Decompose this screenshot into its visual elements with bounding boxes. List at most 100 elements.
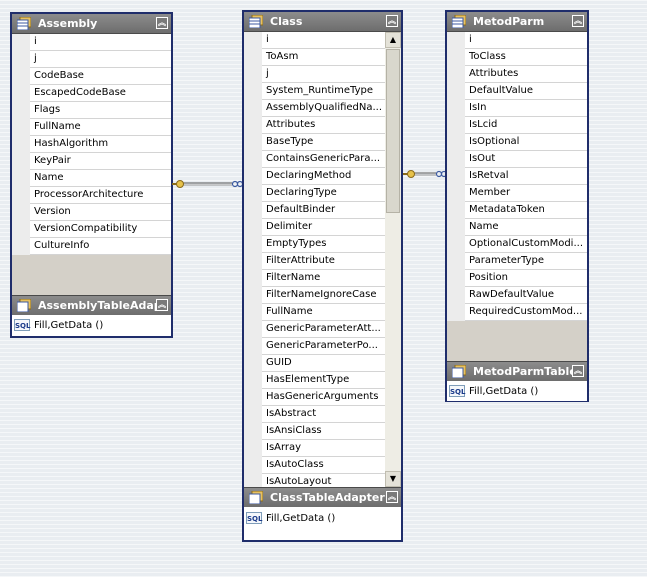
field-row[interactable]: Attributes — [262, 117, 385, 134]
field-row[interactable]: EmptyTypes — [262, 236, 385, 253]
field-row[interactable]: IsAbstract — [262, 406, 385, 423]
class-table-header[interactable]: Class ︽ — [244, 12, 401, 32]
assembly-adapter-header[interactable]: AssemblyTableAdap ︽ — [12, 295, 171, 315]
field-row[interactable]: CultureInfo — [30, 238, 171, 255]
class-adapter-title: ClassTableAdapter — [270, 491, 385, 504]
relation-connector[interactable] — [402, 166, 448, 182]
sql-icon: SQL — [14, 319, 30, 331]
scroll-down-icon[interactable]: ▼ — [385, 471, 401, 487]
field-row[interactable]: FullName — [262, 304, 385, 321]
collapse-icon[interactable]: ︽ — [156, 299, 168, 311]
field-row[interactable]: FilterAttribute — [262, 253, 385, 270]
method-label: Fill,GetData () — [469, 386, 539, 397]
field-row[interactable]: OptionalCustomModi... — [465, 236, 587, 253]
field-row[interactable]: Delimiter — [262, 219, 385, 236]
scroll-thumb[interactable] — [386, 49, 400, 213]
field-row[interactable]: j — [30, 51, 171, 68]
field-row[interactable]: ParameterType — [465, 253, 587, 270]
field-row[interactable]: RawDefaultValue — [465, 287, 587, 304]
field-row[interactable]: GenericParameterPo... — [262, 338, 385, 355]
field-row[interactable]: System_RuntimeType — [262, 83, 385, 100]
field-row[interactable]: FilterNameIgnoreCase — [262, 287, 385, 304]
assembly-adapter-method[interactable]: SQL Fill,GetData () — [12, 317, 171, 335]
class-adapter-method[interactable]: SQL Fill,GetData () — [244, 510, 401, 528]
field-row[interactable]: i — [465, 32, 587, 49]
table-icon — [17, 17, 31, 30]
assembly-table-header[interactable]: Assembly ︽ — [12, 14, 171, 34]
field-row[interactable]: Version — [30, 204, 171, 221]
class-adapter-header[interactable]: ClassTableAdapter ︽ — [244, 487, 401, 507]
field-row[interactable]: IsAutoLayout — [262, 474, 385, 487]
field-row[interactable]: ToClass — [465, 49, 587, 66]
field-row[interactable]: i — [30, 34, 171, 51]
class-table-title: Class — [270, 15, 303, 28]
metodparm-field-list: i ToClass Attributes DefaultValue IsIn I… — [465, 32, 587, 321]
field-row[interactable]: DefaultValue — [465, 83, 587, 100]
field-row[interactable]: HasGenericArguments — [262, 389, 385, 406]
field-row[interactable]: EscapedCodeBase — [30, 85, 171, 102]
collapse-icon[interactable]: ︽ — [386, 491, 398, 503]
relation-connector[interactable] — [172, 176, 244, 192]
field-row[interactable]: DefaultBinder — [262, 202, 385, 219]
field-row[interactable]: HasElementType — [262, 372, 385, 389]
key-icon — [403, 170, 415, 178]
sql-icon: SQL — [246, 512, 262, 524]
empty-area — [12, 255, 171, 295]
assembly-table[interactable]: Assembly ︽ i j CodeBase EscapedCodeBase … — [10, 12, 173, 338]
collapse-icon[interactable]: ︽ — [386, 15, 398, 27]
metodparm-table-header[interactable]: MetodParm ︽ — [447, 12, 587, 32]
field-row[interactable]: BaseType — [262, 134, 385, 151]
field-row[interactable]: IsLcid — [465, 117, 587, 134]
class-field-list: i ToAsm j System_RuntimeType AssemblyQua… — [262, 32, 385, 487]
field-row[interactable]: KeyPair — [30, 153, 171, 170]
field-row[interactable]: FullName — [30, 119, 171, 136]
field-row[interactable]: IsOut — [465, 151, 587, 168]
field-row[interactable]: IsArray — [262, 440, 385, 457]
field-row[interactable]: Member — [465, 185, 587, 202]
field-row[interactable]: RequiredCustomMod... — [465, 304, 587, 321]
field-row[interactable]: Name — [465, 219, 587, 236]
field-row[interactable]: j — [262, 66, 385, 83]
field-row[interactable]: i — [262, 32, 385, 49]
assembly-adapter-title: AssemblyTableAdap — [38, 299, 162, 312]
metodparm-adapter-method[interactable]: SQL Fill,GetData () — [447, 383, 587, 401]
field-row[interactable]: DeclaringType — [262, 185, 385, 202]
field-row[interactable]: IsAnsiClass — [262, 423, 385, 440]
collapse-icon[interactable]: ︽ — [572, 365, 584, 377]
method-label: Fill,GetData () — [266, 513, 336, 524]
field-row[interactable]: Attributes — [465, 66, 587, 83]
field-row[interactable]: IsOptional — [465, 134, 587, 151]
field-row[interactable]: GUID — [262, 355, 385, 372]
field-row[interactable]: ToAsm — [262, 49, 385, 66]
key-icon — [172, 180, 184, 188]
assembly-field-list: i j CodeBase EscapedCodeBase Flags FullN… — [30, 34, 171, 255]
table-icon — [249, 15, 263, 28]
vertical-scrollbar[interactable]: ▲ ▼ — [385, 32, 401, 487]
field-row[interactable]: AssemblyQualifiedNa... — [262, 100, 385, 117]
field-row[interactable]: IsAutoClass — [262, 457, 385, 474]
metodparm-adapter-title: MetodParmTable — [473, 365, 577, 378]
class-table[interactable]: Class ︽ i ToAsm j System_RuntimeType Ass… — [242, 10, 403, 542]
field-row[interactable]: CodeBase — [30, 68, 171, 85]
method-label: Fill,GetData () — [34, 320, 104, 331]
field-row[interactable]: VersionCompatibility — [30, 221, 171, 238]
assembly-table-title: Assembly — [38, 17, 98, 30]
field-row[interactable]: FilterName — [262, 270, 385, 287]
collapse-icon[interactable]: ︽ — [156, 17, 168, 29]
field-row[interactable]: ContainsGenericPara... — [262, 151, 385, 168]
field-row[interactable]: Flags — [30, 102, 171, 119]
field-row[interactable]: Name — [30, 170, 171, 187]
metodparm-table[interactable]: MetodParm ︽ i ToClass Attributes Default… — [445, 10, 589, 402]
scroll-up-icon[interactable]: ▲ — [385, 32, 401, 48]
field-row[interactable]: IsRetval — [465, 168, 587, 185]
field-row[interactable]: ProcessorArchitecture — [30, 187, 171, 204]
metodparm-adapter-header[interactable]: MetodParmTable ︽ — [447, 361, 587, 381]
field-row[interactable]: IsIn — [465, 100, 587, 117]
field-row[interactable]: MetadataToken — [465, 202, 587, 219]
row-selector-strip — [447, 32, 465, 321]
field-row[interactable]: Position — [465, 270, 587, 287]
field-row[interactable]: GenericParameterAtt... — [262, 321, 385, 338]
collapse-icon[interactable]: ︽ — [572, 15, 584, 27]
field-row[interactable]: HashAlgorithm — [30, 136, 171, 153]
field-row[interactable]: DeclaringMethod — [262, 168, 385, 185]
